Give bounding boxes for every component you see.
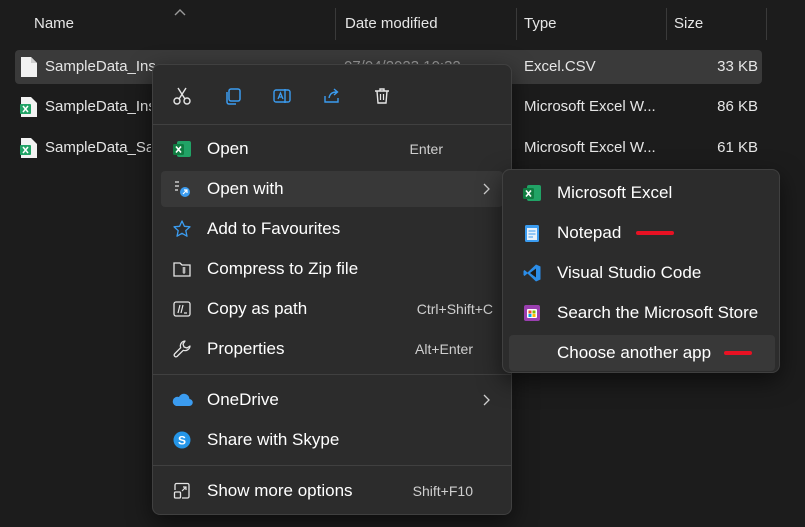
star-icon (171, 218, 193, 240)
excel-file-icon (20, 137, 38, 159)
notepad-icon (521, 222, 543, 244)
red-annotation-mark (724, 351, 752, 355)
menu-item-show-more-options[interactable]: Show more options Shift+F10 (161, 473, 503, 509)
column-divider[interactable] (335, 8, 336, 40)
submenu-item-notepad[interactable]: Notepad (509, 215, 775, 251)
share-button[interactable] (317, 81, 347, 111)
vscode-icon (521, 262, 543, 284)
menu-divider (153, 374, 511, 375)
menu-item-add-to-favourites[interactable]: Add to Favourites (161, 211, 503, 247)
column-divider[interactable] (666, 8, 667, 40)
store-icon (521, 302, 543, 324)
column-divider[interactable] (516, 8, 517, 40)
rename-button[interactable] (267, 81, 297, 111)
menu-item-shortcut: Shift+F10 (412, 483, 473, 499)
submenu-item-label: Choose another app (557, 343, 712, 362)
rename-icon (273, 89, 291, 103)
submenu-item-microsoft-excel[interactable]: Microsoft Excel (509, 175, 775, 211)
menu-item-label: Compress to Zip file (207, 259, 359, 278)
file-name: SampleData_Sal (45, 139, 151, 156)
submenu-item-label: Microsoft Excel (557, 183, 673, 202)
chevron-right-icon (483, 394, 490, 406)
copy-icon (226, 88, 241, 105)
quick-actions-bar (153, 65, 511, 125)
menu-divider (153, 465, 511, 466)
red-annotation-mark (636, 231, 674, 235)
excel-icon (171, 138, 193, 160)
menu-item-properties[interactable]: Properties Alt+Enter (161, 331, 503, 367)
file-name: SampleData_Ins (45, 98, 151, 115)
onedrive-icon (171, 389, 193, 411)
file-type: Microsoft Excel W... (524, 139, 656, 156)
menu-item-shortcut: Ctrl+Shift+C (416, 301, 493, 317)
column-header-name[interactable]: Name (34, 8, 324, 40)
menu-item-open[interactable]: Open Enter (161, 131, 503, 167)
menu-item-label: OneDrive (207, 390, 279, 409)
submenu-item-label: Visual Studio Code (557, 263, 702, 282)
menu-item-share-with-skype[interactable]: S Share with Skype (161, 422, 503, 458)
file-size: 61 KB (717, 139, 758, 156)
file-name: SampleData_Insu (45, 58, 155, 75)
menu-item-shortcut: Alt+Enter (415, 341, 473, 357)
menu-item-compress-to-zip[interactable]: Compress to Zip file (161, 251, 503, 287)
menu-divider (153, 124, 511, 125)
copy-button[interactable] (218, 81, 248, 111)
wrench-icon (171, 338, 193, 360)
csv-file-icon (20, 56, 38, 78)
file-type: Microsoft Excel W... (524, 98, 656, 115)
menu-item-label: Properties (207, 339, 285, 358)
cut-button[interactable] (167, 81, 197, 111)
open-with-submenu: Microsoft Excel Notepad Visual Studio Co… (502, 169, 780, 373)
zip-folder-icon (171, 258, 193, 280)
menu-item-onedrive[interactable]: OneDrive (161, 382, 503, 418)
context-menu: Open Enter Open with Add to Favourites C… (152, 64, 512, 515)
menu-item-label: Copy as path (207, 299, 308, 318)
excel-icon (521, 182, 543, 204)
menu-item-label: Show more options (207, 481, 353, 500)
excel-file-icon (20, 96, 38, 118)
submenu-item-choose-another-app[interactable]: Choose another app (509, 335, 775, 371)
menu-item-label: Open with (207, 179, 284, 198)
chevron-right-icon (483, 183, 490, 195)
copy-path-icon (171, 298, 193, 320)
delete-button[interactable] (367, 81, 397, 111)
column-header-size[interactable]: Size (674, 8, 754, 40)
scissors-icon (173, 87, 191, 105)
column-header-type[interactable]: Type (524, 8, 654, 40)
skype-icon: S (171, 429, 193, 451)
file-size: 86 KB (717, 98, 758, 115)
svg-text:S: S (178, 434, 186, 448)
column-header-date-modified[interactable]: Date modified (345, 8, 505, 40)
submenu-item-label: Search the Microsoft Store (557, 303, 759, 322)
file-size: 33 KB (717, 58, 758, 75)
submenu-item-search-microsoft-store[interactable]: Search the Microsoft Store (509, 295, 775, 331)
submenu-item-label: Notepad (557, 223, 622, 242)
menu-item-label: Add to Favourites (207, 219, 341, 238)
menu-item-label: Share with Skype (207, 430, 340, 449)
submenu-item-visual-studio-code[interactable]: Visual Studio Code (509, 255, 775, 291)
trash-icon (375, 88, 389, 104)
open-with-icon (171, 178, 193, 200)
file-type: Excel.CSV (524, 58, 596, 75)
menu-item-label: Open (207, 139, 249, 158)
share-icon (324, 88, 339, 103)
menu-item-shortcut: Enter (409, 141, 443, 157)
menu-item-copy-as-path[interactable]: Copy as path Ctrl+Shift+C (161, 291, 503, 327)
column-divider[interactable] (766, 8, 767, 40)
menu-item-open-with[interactable]: Open with (161, 171, 503, 207)
show-more-icon (171, 480, 193, 502)
